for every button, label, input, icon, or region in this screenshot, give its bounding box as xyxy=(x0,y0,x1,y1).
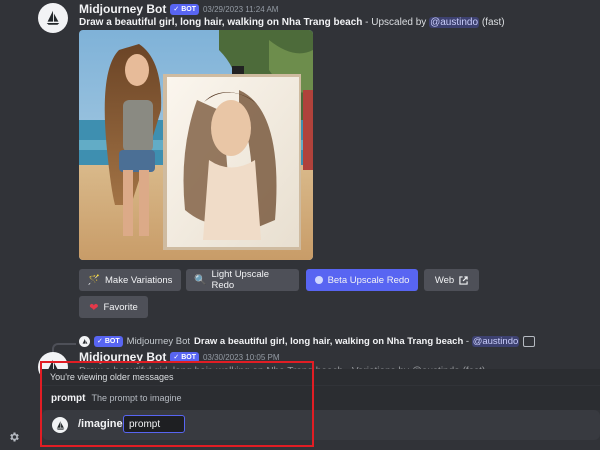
web-button[interactable]: Web xyxy=(424,269,479,291)
reply-reference[interactable]: ✓ BOT Midjourney Bot Draw a beautiful gir… xyxy=(79,336,536,347)
check-icon: ✓ xyxy=(97,338,103,345)
make-variations-button[interactable]: 🪄 Make Variations xyxy=(79,269,181,291)
reply-prompt-text: Draw a beautiful girl, long hair, walkin… xyxy=(194,336,464,347)
message-header: Midjourney Bot ✓ BOT 03/29/2023 11:24 AM xyxy=(79,2,278,16)
light-upscale-redo-button[interactable]: 🔍 Light Upscale Redo xyxy=(186,269,299,291)
generated-image[interactable] xyxy=(79,30,313,260)
older-messages-bar[interactable]: You're viewing older messages xyxy=(42,369,600,385)
beta-upscale-redo-button[interactable]: Beta Upscale Redo xyxy=(306,269,418,291)
message-header: Midjourney Bot ✓ BOT 03/30/2023 10:05 PM xyxy=(79,350,280,364)
reply-username: Midjourney Bot xyxy=(126,336,191,347)
option-name: prompt xyxy=(51,392,86,404)
reply-mention[interactable]: @austindo xyxy=(471,336,520,347)
username[interactable]: Midjourney Bot xyxy=(79,2,166,16)
check-icon: ✓ xyxy=(173,353,180,361)
external-link-icon xyxy=(459,275,468,285)
timestamp: 03/29/2023 11:24 AM xyxy=(202,4,279,14)
magnifier-icon: 🔍 xyxy=(194,274,207,286)
magic-wand-icon: 🪄 xyxy=(87,274,101,286)
message-content: Draw a beautiful girl, long hair, walkin… xyxy=(79,17,505,28)
check-icon: ✓ xyxy=(173,5,180,13)
user-mention[interactable]: @austindo xyxy=(429,17,480,28)
timestamp: 03/30/2023 10:05 PM xyxy=(202,352,280,362)
avatar[interactable] xyxy=(38,3,68,33)
command-app-avatar xyxy=(52,417,68,433)
command-option-hint[interactable]: prompt The prompt to imagine xyxy=(42,386,600,410)
older-messages-text: You're viewing older messages xyxy=(50,372,174,382)
favorite-button[interactable]: ❤ Favorite xyxy=(79,296,148,318)
option-description: The prompt to imagine xyxy=(91,393,182,403)
prompt-text: Draw a beautiful girl, long hair, walkin… xyxy=(79,17,363,28)
upscaled-by-text: - Upscaled by xyxy=(362,17,430,28)
sailboat-icon xyxy=(56,420,64,430)
slash-command: /imagine xyxy=(78,418,123,430)
speed-text: (fast) xyxy=(479,17,505,28)
image-icon xyxy=(523,336,536,347)
heart-icon: ❤ xyxy=(89,301,99,314)
bot-badge: ✓ BOT xyxy=(170,351,199,363)
reply-separator: - xyxy=(463,336,472,347)
message-composer[interactable]: /imagine prompt xyxy=(42,410,600,440)
image-artwork xyxy=(79,30,313,260)
username[interactable]: Midjourney Bot xyxy=(79,350,166,364)
sailboat-icon xyxy=(46,10,60,25)
prompt-option-input[interactable]: prompt xyxy=(123,415,186,433)
bot-badge: ✓ BOT xyxy=(94,336,123,347)
circle-icon xyxy=(314,276,323,284)
bot-badge: ✓ BOT xyxy=(170,3,199,15)
reply-avatar xyxy=(79,336,90,347)
gear-icon[interactable] xyxy=(8,431,20,443)
sailboat-icon xyxy=(82,338,87,344)
